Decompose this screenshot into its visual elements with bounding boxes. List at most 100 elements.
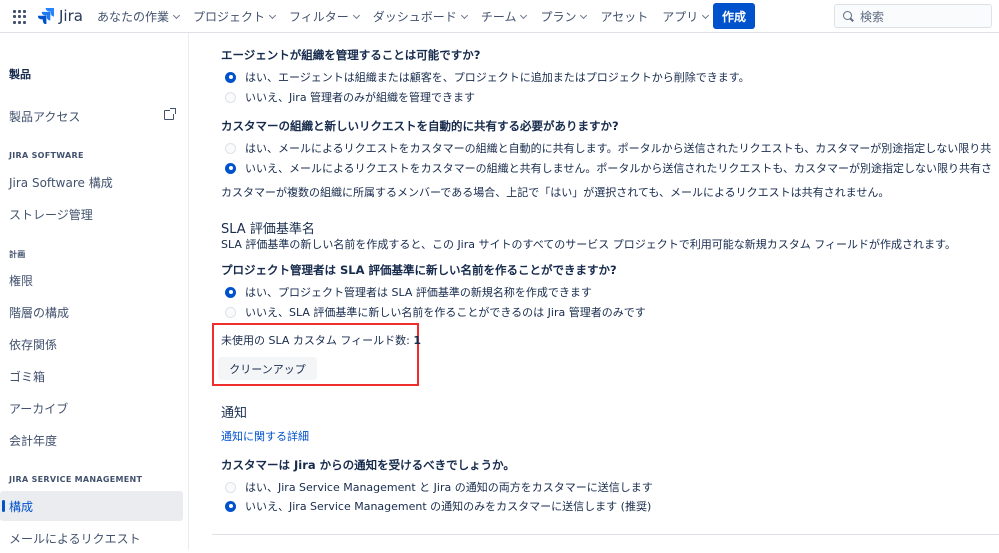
nav-teams[interactable]: チーム	[480, 8, 528, 25]
sidebar-item-product-access[interactable]: 製品アクセス	[0, 101, 183, 131]
main-nav: あなたの作業 プロジェクト フィルター ダッシュボード チーム プラン アセット…	[97, 0, 722, 33]
sidebar-item-storage[interactable]: ストレージ管理	[0, 199, 183, 229]
sidebar-item-hierarchy[interactable]: 階層の構成	[0, 297, 183, 327]
create-button[interactable]: 作成	[713, 3, 755, 29]
chevron-down-icon	[520, 11, 528, 19]
nav-label: プロジェクト	[193, 10, 266, 24]
option-label: いいえ、Jira Service Management の通知のみをカスタマーに…	[245, 500, 652, 513]
top-navigation-bar: Jira あなたの作業 プロジェクト フィルター ダッシュボード チーム プラン…	[0, 0, 999, 33]
radio-option-sla-yes[interactable]: はい、プロジェクト管理者は SLA 評価基準の新規名称を作成できます	[225, 284, 592, 300]
option-label: はい、プロジェクト管理者は SLA 評価基準の新規名称を作成できます	[245, 286, 592, 299]
nav-label: チーム	[480, 10, 517, 24]
radio-unselected-icon[interactable]	[225, 91, 236, 103]
chevron-down-icon	[702, 11, 710, 19]
nav-label: フィルター	[289, 10, 349, 24]
option-label: いいえ、SLA 評価基準に新しい名前を作ることができるのは Jira 管理者のみ…	[245, 306, 646, 319]
radio-unselected-icon[interactable]	[225, 481, 236, 493]
question-sla-names: プロジェクト管理者は SLA 評価基準に新しい名前を作ることができますか?	[221, 263, 617, 277]
nav-label: プラン	[540, 10, 577, 24]
radio-option-notify-both[interactable]: はい、Jira Service Management と Jira の通知の両方…	[225, 479, 653, 495]
sidebar-item-label: 依存関係	[9, 337, 58, 352]
option-label: いいえ、メールによるリクエストをカスタマーの組織と共有しません。ポータルから送信…	[245, 162, 993, 175]
sidebar-item-label: Jira Software 構成	[9, 175, 113, 190]
sidebar-item-fiscal-year[interactable]: 会計年度	[0, 425, 183, 455]
sidebar-section-jsm: JIRA SERVICE MANAGEMENT	[9, 475, 143, 484]
cleanup-button[interactable]: クリーンアップ	[218, 357, 317, 380]
radio-option-agents-no[interactable]: いいえ、Jira 管理者のみが組織を管理できます	[225, 89, 475, 105]
sidebar-item-dependencies[interactable]: 依存関係	[0, 329, 183, 359]
radio-selected-icon[interactable]	[225, 162, 236, 174]
question-customer-notifications: カスタマーは Jira からの通知を受けるべきでしょうか。	[221, 458, 515, 472]
sidebar-item-archive[interactable]: アーカイブ	[0, 393, 183, 423]
search-placeholder: 検索	[860, 9, 885, 24]
unused-count: 1	[413, 334, 422, 347]
radio-selected-icon[interactable]	[225, 71, 236, 83]
nav-label: アプリ	[662, 10, 699, 24]
sidebar-section-jira-software: JIRA SOFTWARE	[9, 151, 84, 160]
search-icon	[843, 10, 854, 22]
sidebar-item-trash[interactable]: ゴミ箱	[0, 361, 183, 391]
question-share-requests: カスタマーの組織と新しいリクエストを自動的に共有する必要がありますか?	[221, 119, 619, 133]
chevron-down-icon	[172, 11, 181, 19]
sidebar-item-label: ゴミ箱	[9, 369, 46, 384]
radio-unselected-icon[interactable]	[225, 142, 236, 154]
question-agents-manage-orgs: エージェントが組織を管理することは可能ですか?	[221, 48, 481, 62]
chevron-down-icon	[268, 11, 277, 19]
option-label: はい、Jira Service Management と Jira の通知の両方…	[245, 481, 653, 494]
sidebar-item-permissions[interactable]: 権限	[0, 265, 183, 295]
notifications-heading: 通知	[221, 406, 248, 421]
nav-plans[interactable]: プラン	[540, 8, 588, 25]
jira-logo[interactable]: Jira	[38, 7, 83, 25]
nav-assets[interactable]: アセット	[600, 8, 648, 25]
option-label: はい、メールによるリクエストをカスタマーの組織と自動的に共有します。ポータルから…	[245, 142, 992, 155]
sla-heading: SLA 評価基準名	[221, 222, 315, 237]
nav-filters[interactable]: フィルター	[289, 8, 360, 25]
app-switcher-icon[interactable]	[13, 10, 27, 24]
radio-option-sla-no[interactable]: いいえ、SLA 評価基準に新しい名前を作ることができるのは Jira 管理者のみ…	[225, 304, 646, 320]
radio-option-agents-yes[interactable]: はい、エージェントは組織または顧客を、プロジェクトに追加またはプロジェクトから削…	[225, 69, 750, 85]
share-note: カスタマーが複数の組織に所属するメンバーである場合、上記で「はい」が選択されても…	[221, 186, 890, 199]
sidebar-section-plans: 計画	[9, 250, 26, 259]
sidebar-item-software-config[interactable]: Jira Software 構成	[0, 167, 183, 197]
sla-description: SLA 評価基準の新しい名前を作成すると、この Jira サイトのすべてのサービ…	[221, 238, 956, 251]
sidebar-item-label: 会計年度	[9, 433, 58, 448]
nav-label: あなたの作業	[97, 10, 170, 24]
nav-label: ダッシュボード	[372, 10, 457, 24]
divider	[212, 534, 999, 535]
radio-unselected-icon[interactable]	[225, 306, 236, 318]
nav-apps[interactable]: アプリ	[662, 8, 710, 25]
sidebar-item-label: ストレージ管理	[9, 207, 93, 222]
notifications-details-link[interactable]: 通知に関する詳細	[221, 428, 309, 444]
unused-sla-fields: 未使用の SLA カスタム フィールド数: 1	[221, 332, 421, 348]
sidebar-item-email-requests[interactable]: メールによるリクエスト	[0, 523, 183, 553]
external-link-icon	[164, 108, 176, 120]
chevron-down-icon	[580, 11, 588, 19]
sidebar-item-label: 製品アクセス	[9, 109, 81, 124]
option-label: はい、エージェントは組織または顧客を、プロジェクトに追加またはプロジェクトから削…	[245, 71, 750, 84]
unused-label: 未使用の SLA カスタム フィールド数:	[221, 334, 414, 347]
main-content: エージェントが組織を管理することは可能ですか? はい、エージェントは組織または顧…	[190, 33, 999, 550]
sidebar-item-label: 権限	[9, 273, 34, 288]
sidebar-item-label: アーカイブ	[9, 401, 69, 416]
radio-selected-icon[interactable]	[225, 500, 236, 512]
sidebar-item-label: 構成	[9, 499, 34, 514]
option-label: いいえ、Jira 管理者のみが組織を管理できます	[245, 91, 476, 104]
sidebar-item-label: 階層の構成	[9, 305, 70, 320]
nav-dashboards[interactable]: ダッシュボード	[372, 8, 468, 25]
nav-label: アセット	[600, 10, 649, 24]
radio-option-notify-jsm-only[interactable]: いいえ、Jira Service Management の通知のみをカスタマーに…	[225, 498, 651, 514]
jira-logo-icon	[38, 8, 54, 24]
sidebar: 製品 製品アクセス JIRA SOFTWARE Jira Software 構成…	[0, 33, 189, 550]
product-name: Jira	[59, 7, 83, 25]
search-input[interactable]: 検索	[834, 4, 992, 28]
chevron-down-icon	[352, 11, 360, 19]
sidebar-title: 製品	[9, 68, 31, 81]
nav-projects[interactable]: プロジェクト	[193, 8, 277, 25]
radio-option-share-no[interactable]: いいえ、メールによるリクエストをカスタマーの組織と共有しません。ポータルから送信…	[225, 160, 992, 176]
sidebar-item-label: メールによるリクエスト	[9, 531, 141, 546]
chevron-down-icon	[460, 11, 468, 19]
nav-your-work[interactable]: あなたの作業	[97, 8, 181, 25]
sidebar-item-configuration[interactable]: 構成	[0, 491, 183, 521]
radio-option-share-yes[interactable]: はい、メールによるリクエストをカスタマーの組織と自動的に共有します。ポータルから…	[225, 140, 991, 156]
radio-selected-icon[interactable]	[225, 286, 236, 298]
